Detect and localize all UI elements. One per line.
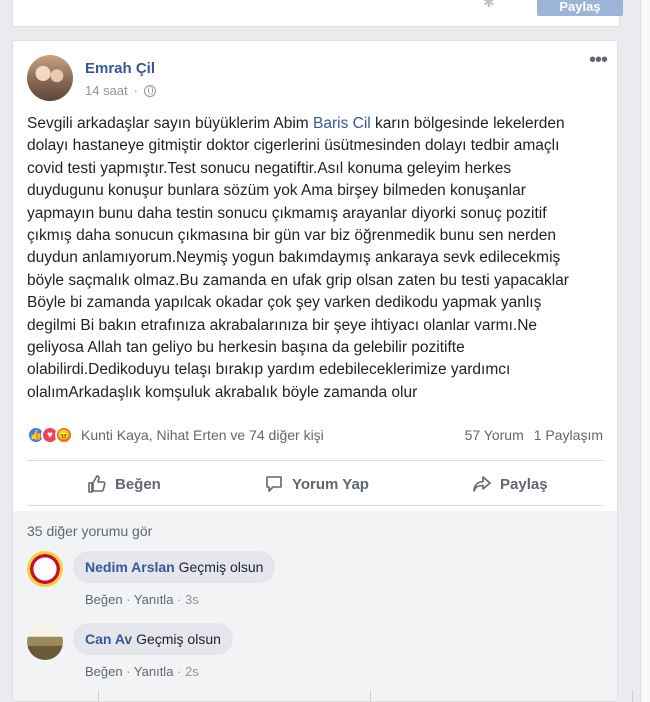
thumbs-up-icon: [88, 475, 106, 493]
comment-meta: Beğen · Yanıtla · 2s: [85, 664, 199, 679]
like-button[interactable]: Beğen: [87, 474, 161, 494]
page-right-edge: [640, 0, 650, 702]
post-text: Sevgili arkadaşlar sayın büyüklerim Abim…: [27, 115, 569, 401]
comment-text: Geçmiş olsun: [136, 631, 221, 647]
comment-text: Geçmiş olsun: [178, 559, 264, 575]
share-arrow-icon: [473, 476, 491, 492]
commenter-avatar[interactable]: [27, 624, 63, 660]
comment-bubble: Nedim Arslan Geçmiş olsun: [73, 551, 276, 583]
divider: [27, 505, 603, 506]
comments-count[interactable]: 57 Yorum: [465, 427, 524, 443]
commenter-avatar[interactable]: [27, 551, 63, 587]
mention-link[interactable]: Baris Cil: [313, 115, 371, 132]
post-counts: 57 Yorum 1 Paylaşım: [465, 427, 603, 443]
globe-icon[interactable]: [144, 84, 156, 97]
previous-post-card: ✱ Paylaş: [12, 0, 623, 27]
comment-time[interactable]: 3s: [185, 592, 199, 607]
post-time[interactable]: 14 saat: [85, 83, 128, 98]
shares-count[interactable]: 1 Paylaşım: [534, 427, 603, 443]
post-card: Emrah Çil 14 saat · ••• Sevgili arkadaşl…: [12, 40, 618, 702]
comment-reply-link[interactable]: Yanıtla: [134, 592, 174, 607]
comment-bubble: Can Av Geçmiş olsun: [73, 623, 233, 655]
post-meta: 14 saat ·: [85, 83, 156, 98]
comment-reply-link[interactable]: Yanıtla: [134, 664, 174, 679]
comment-icon: [266, 476, 282, 492]
more-options-icon[interactable]: •••: [589, 50, 608, 70]
reaction-names[interactable]: Kunti Kaya, Nihat Erten ve 74 diğer kişi: [81, 427, 324, 443]
view-more-comments-link[interactable]: 35 diğer yorumu gör: [27, 523, 152, 539]
divider: [632, 690, 633, 702]
angry-reaction-icon: 😠: [55, 426, 73, 444]
comment-meta: Beğen · Yanıtla · 3s: [85, 592, 199, 607]
commenter-name[interactable]: Can Av: [85, 631, 132, 647]
comment-time[interactable]: 2s: [185, 664, 199, 679]
top-share-button[interactable]: Paylaş: [537, 0, 623, 16]
author-name[interactable]: Emrah Çil: [85, 60, 155, 77]
divider: [370, 690, 371, 702]
comments-section: 35 diğer yorumu gör Nedim Arslan Geçmiş …: [13, 511, 617, 701]
commenter-name[interactable]: Nedim Arslan: [85, 559, 175, 575]
share-button[interactable]: Paylaş: [472, 474, 548, 494]
author-avatar[interactable]: [27, 55, 73, 101]
divider: [98, 690, 99, 702]
comment-like-link[interactable]: Beğen: [85, 664, 123, 679]
reactions-summary[interactable]: 👍 ♥ 😠 Kunti Kaya, Nihat Erten ve 74 diğe…: [27, 426, 324, 444]
settings-gear-icon[interactable]: ✱: [483, 0, 495, 11]
comment-button[interactable]: Yorum Yap: [264, 474, 369, 494]
divider: [27, 460, 603, 461]
comment-like-link[interactable]: Beğen: [85, 592, 123, 607]
